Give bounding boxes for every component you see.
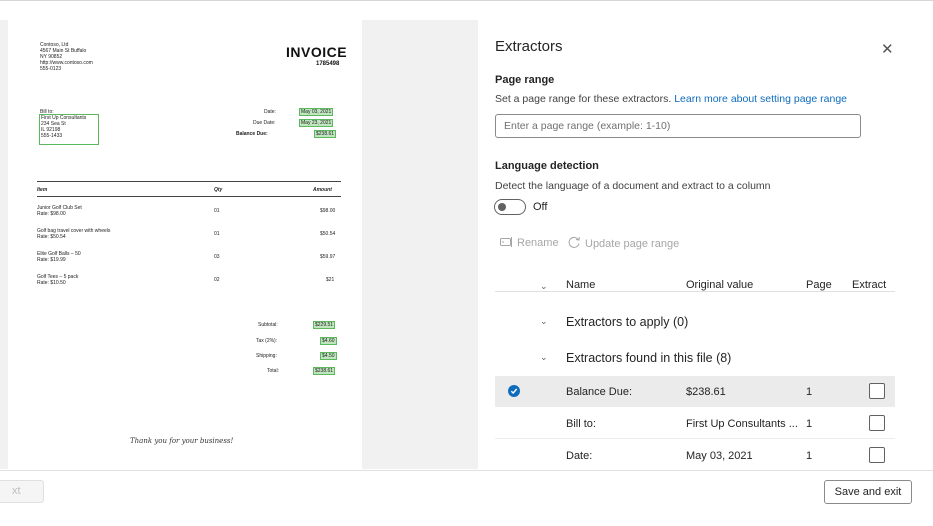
update-page-range-button[interactable]: Update page range — [568, 236, 679, 250]
row-name: Date: — [566, 450, 593, 462]
row-original-value: $238.61 — [686, 386, 726, 398]
tax-label: Tax (2%): — [256, 338, 278, 344]
row-name: Balance Due: — [566, 386, 633, 398]
company-phone: 555-0123 — [40, 66, 62, 72]
page-range-label: Page range — [495, 74, 555, 86]
rename-button[interactable]: Rename — [500, 236, 559, 249]
item-rate: Rate: $10.50 — [37, 280, 66, 286]
document-preview: Contoso, Ltd 4567 Main St Buffalo NY 908… — [0, 20, 478, 469]
balance-due-value: $238.61 — [314, 130, 337, 138]
row-page: 1 — [806, 386, 813, 398]
group-extractors-to-apply[interactable]: Extractors to apply (0) — [566, 315, 688, 329]
language-detection-toggle[interactable] — [494, 199, 526, 215]
footer-divider — [0, 470, 933, 471]
shipping-label: Shipping: — [256, 353, 277, 359]
item-qty: 01 — [214, 231, 220, 237]
panel-title: Extractors — [495, 38, 563, 55]
thanks-note: Thank you for your business! — [130, 437, 234, 445]
table-top-rule — [37, 181, 341, 182]
date-value: May 03, 2021 — [299, 108, 334, 116]
column-item: Item — [37, 187, 48, 193]
invoice-page: Contoso, Ltd 4567 Main St Buffalo NY 908… — [8, 20, 362, 469]
item-rate: Rate: $98.00 — [37, 211, 66, 217]
extractors-panel: Extractors ✕ Page range Set a page range… — [478, 20, 915, 469]
item-qty: 01 — [214, 208, 220, 214]
total-label: Total: — [267, 368, 279, 374]
chevron-down-icon[interactable]: ⌄ — [540, 316, 548, 327]
column-page[interactable]: Page — [806, 279, 832, 291]
refresh-icon — [568, 236, 580, 248]
table-header-rule — [37, 196, 341, 197]
app-frame: Contoso, Ltd 4567 Main St Buffalo NY 908… — [0, 0, 933, 526]
extract-checkbox[interactable] — [869, 447, 885, 463]
column-qty: Qty — [214, 187, 223, 193]
invoice-title: INVOICE — [286, 44, 348, 60]
update-label: Update page range — [585, 238, 680, 250]
due-date-value: May 23, 2021 — [299, 119, 334, 127]
column-original-value[interactable]: Original value — [686, 279, 753, 291]
toggle-knob — [498, 203, 506, 211]
chevron-down-icon[interactable]: ⌄ — [540, 352, 548, 363]
group-extractors-found[interactable]: Extractors found in this file (8) — [566, 351, 731, 365]
next-button[interactable]: xt — [0, 480, 44, 503]
page-range-desc-text: Set a page range for these extractors. — [495, 93, 672, 105]
page-range-description: Set a page range for these extractors. L… — [495, 93, 847, 105]
save-and-exit-button[interactable]: Save and exit — [824, 480, 912, 504]
shipping-value: $4.50 — [320, 352, 337, 360]
item-amount: $21 — [326, 277, 335, 283]
row-name: Bill to: — [566, 418, 596, 430]
item-qty: 03 — [214, 254, 220, 260]
learn-more-link[interactable]: Learn more about setting page range — [674, 93, 847, 105]
subtotal-value: $229.51 — [313, 321, 336, 329]
row-original-value: May 03, 2021 — [686, 450, 753, 462]
total-value: $238.61 — [313, 367, 336, 375]
tax-value: $4.60 — [320, 337, 337, 345]
table-row[interactable]: Bill to: First Up Consultants ... 1 — [495, 408, 895, 439]
subtotal-label: Subtotal: — [258, 322, 278, 328]
item-rate: Rate: $19.99 — [37, 257, 66, 263]
selected-check-icon — [508, 385, 520, 397]
item-amount: $59.97 — [320, 254, 336, 260]
language-detection-description: Detect the language of a document and ex… — [495, 180, 771, 192]
bill-to-line-4: 555-1433 — [41, 133, 63, 139]
row-original-value: First Up Consultants ... — [686, 418, 798, 430]
invoice-number: 1785498 — [316, 61, 340, 67]
header-divider — [495, 291, 895, 292]
extract-checkbox[interactable] — [869, 383, 885, 399]
rename-label: Rename — [517, 237, 559, 249]
due-date-label: Due Date: — [253, 120, 276, 126]
date-label: Date: — [264, 109, 276, 115]
item-amount: $98.00 — [320, 208, 336, 214]
column-extract[interactable]: Extract — [852, 279, 886, 291]
column-amount: Amount — [313, 187, 332, 193]
close-icon[interactable]: ✕ — [881, 40, 894, 58]
top-border — [0, 0, 933, 1]
column-name[interactable]: Name — [566, 279, 595, 291]
item-rate: Rate: $50.54 — [37, 234, 66, 240]
item-qty: 02 — [214, 277, 220, 283]
row-page: 1 — [806, 450, 813, 462]
page-range-input[interactable] — [495, 114, 861, 138]
toggle-state-label: Off — [533, 201, 548, 213]
rename-icon — [500, 237, 512, 247]
language-detection-label: Language detection — [495, 160, 599, 172]
table-row[interactable]: Balance Due: $238.61 1 — [495, 376, 895, 407]
item-amount: $50.54 — [320, 231, 336, 237]
balance-due-label: Balance Due: — [236, 131, 268, 137]
extract-checkbox[interactable] — [869, 415, 885, 431]
row-page: 1 — [806, 418, 813, 430]
table-row[interactable]: Date: May 03, 2021 1 — [495, 440, 895, 471]
